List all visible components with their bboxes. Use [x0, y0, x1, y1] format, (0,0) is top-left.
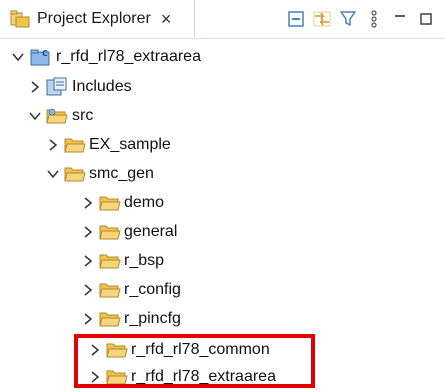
tree-item-r-pincfg[interactable]: r_pincfg — [0, 306, 445, 332]
folder-icon — [99, 280, 121, 300]
tree-item-label: Includes — [72, 78, 132, 95]
folder-icon — [99, 309, 121, 329]
tree-item-label: EX_sample — [89, 136, 171, 153]
chevron-down-icon[interactable] — [47, 168, 59, 180]
folder-icon — [64, 135, 86, 155]
folder-icon — [99, 251, 121, 271]
source-folder-icon — [46, 106, 68, 126]
tree-item-demo[interactable]: demo — [0, 190, 445, 216]
maximize-icon[interactable] — [413, 6, 439, 32]
tree-item-label: r_pincfg — [124, 310, 181, 327]
tree-item-label: demo — [124, 194, 165, 211]
highlight-box — [74, 334, 315, 388]
view-tab-bar: Project Explorer × — [0, 0, 445, 39]
folder-icon — [99, 193, 121, 213]
chevron-right-icon[interactable] — [82, 197, 94, 209]
tree-item-ex-sample[interactable]: EX_sample — [0, 132, 445, 158]
tree-item-r-config[interactable]: r_config — [0, 277, 445, 303]
tree-item-label: src — [72, 107, 94, 124]
tree-item-r-bsp[interactable]: r_bsp — [0, 248, 445, 274]
view-toolbar — [283, 0, 445, 37]
tab-project-explorer[interactable]: Project Explorer × — [0, 0, 195, 37]
close-icon[interactable]: × — [161, 10, 172, 28]
chevron-right-icon[interactable] — [82, 284, 94, 296]
tree-item-includes[interactable]: Includes — [0, 74, 445, 100]
tree-item-label: smc_gen — [89, 165, 154, 182]
includes-icon — [46, 77, 68, 97]
c-project-icon: C — [30, 47, 52, 67]
tree-item-label: r_bsp — [124, 252, 165, 269]
link-with-editor-icon[interactable] — [309, 6, 335, 32]
tree-item-smc-gen[interactable]: smc_gen — [0, 161, 445, 187]
svg-text:C: C — [42, 49, 48, 58]
minimize-icon[interactable] — [387, 6, 413, 32]
tab-title: Project Explorer — [37, 9, 151, 27]
tree-item-label: general — [124, 223, 178, 240]
tree-item-general[interactable]: general — [0, 219, 445, 245]
collapse-all-icon[interactable] — [283, 6, 309, 32]
folder-open-icon — [64, 164, 86, 184]
project-explorer-icon — [10, 10, 30, 28]
chevron-down-icon[interactable] — [12, 51, 24, 63]
view-menu-icon[interactable] — [361, 6, 387, 32]
chevron-right-icon[interactable] — [82, 226, 94, 238]
chevron-down-icon[interactable] — [29, 110, 41, 122]
tree-item-src[interactable]: src — [0, 103, 445, 129]
chevron-right-icon[interactable] — [82, 255, 94, 267]
chevron-right-icon[interactable] — [47, 139, 59, 151]
chevron-right-icon[interactable] — [82, 313, 94, 325]
chevron-right-icon[interactable] — [29, 81, 41, 93]
tree-item-root-project[interactable]: C r_rfd_rl78_extraarea — [0, 44, 445, 70]
tree-item-label: r_config — [124, 281, 181, 298]
filter-icon[interactable] — [335, 6, 361, 32]
folder-icon — [99, 222, 121, 242]
tree-item-label: r_rfd_rl78_extraarea — [56, 48, 201, 65]
